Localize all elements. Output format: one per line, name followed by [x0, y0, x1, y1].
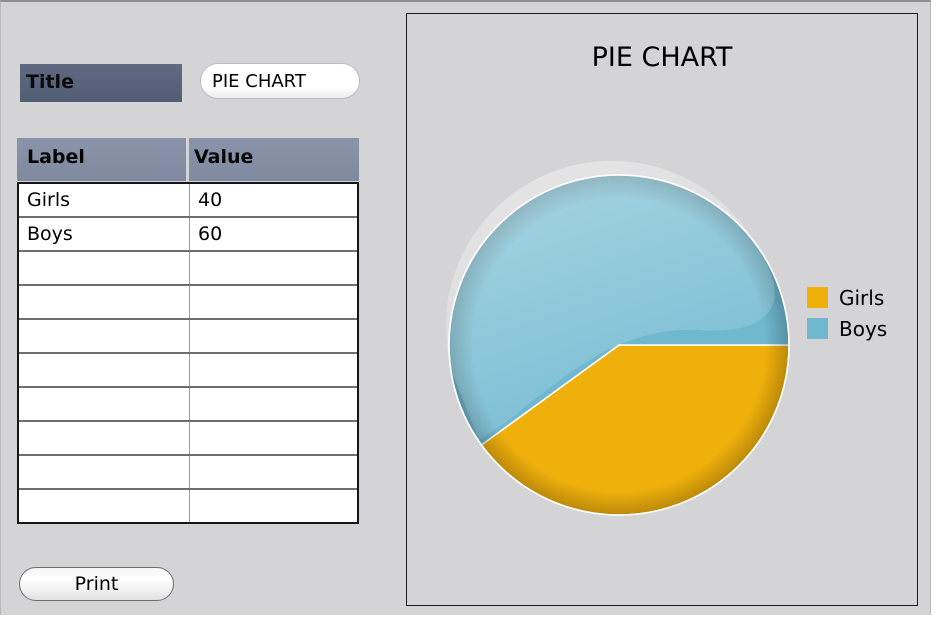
- column-header-label[interactable]: Label: [17, 138, 186, 181]
- cell-label[interactable]: [19, 388, 190, 420]
- cell-label[interactable]: [19, 286, 190, 318]
- cell-value[interactable]: [190, 320, 357, 352]
- cell-label[interactable]: [19, 354, 190, 386]
- cell-value[interactable]: [190, 490, 357, 522]
- cell-label[interactable]: [19, 422, 190, 454]
- table-row: [19, 490, 357, 522]
- cell-value[interactable]: [190, 388, 357, 420]
- cell-value[interactable]: [190, 252, 357, 284]
- cell-label[interactable]: [19, 456, 190, 488]
- cell-value[interactable]: 40: [190, 184, 357, 216]
- table-row: [19, 422, 357, 456]
- title-field-label: Title: [20, 64, 182, 102]
- print-button[interactable]: Print: [19, 567, 174, 601]
- table-row: [19, 354, 357, 388]
- cell-label[interactable]: [19, 490, 190, 522]
- cell-value[interactable]: 60: [190, 218, 357, 250]
- legend-label: Boys: [839, 316, 888, 341]
- cell-label[interactable]: [19, 252, 190, 284]
- table-row: [19, 388, 357, 422]
- cell-value[interactable]: [190, 456, 357, 488]
- cell-value[interactable]: [190, 354, 357, 386]
- legend-swatch: [807, 318, 828, 339]
- legend-swatch: [807, 287, 828, 308]
- cell-value[interactable]: [190, 422, 357, 454]
- table-body: Girls 40 Boys 60: [17, 182, 359, 524]
- cell-value[interactable]: [190, 286, 357, 318]
- table-row: [19, 456, 357, 490]
- chart-panel: PIE CHART Girls Boys: [406, 13, 918, 606]
- cell-label[interactable]: Girls: [19, 184, 190, 216]
- table-row: [19, 320, 357, 354]
- table-row: [19, 286, 357, 320]
- table-row: Boys 60: [19, 218, 357, 252]
- column-header-value[interactable]: Value: [189, 138, 359, 181]
- app-window: Title Label Value Girls40Boys60 Print PI…: [0, 0, 931, 615]
- chart-legend: Girls Boys: [807, 282, 887, 344]
- table-row: Girls 40: [19, 184, 357, 218]
- legend-item-boys: Boys: [807, 313, 887, 344]
- table-row: [19, 252, 357, 286]
- legend-label: Girls: [839, 285, 885, 310]
- legend-item-girls: Girls: [807, 282, 887, 313]
- cell-label[interactable]: Boys: [19, 218, 190, 250]
- cell-label[interactable]: [19, 320, 190, 352]
- title-input[interactable]: [200, 63, 360, 99]
